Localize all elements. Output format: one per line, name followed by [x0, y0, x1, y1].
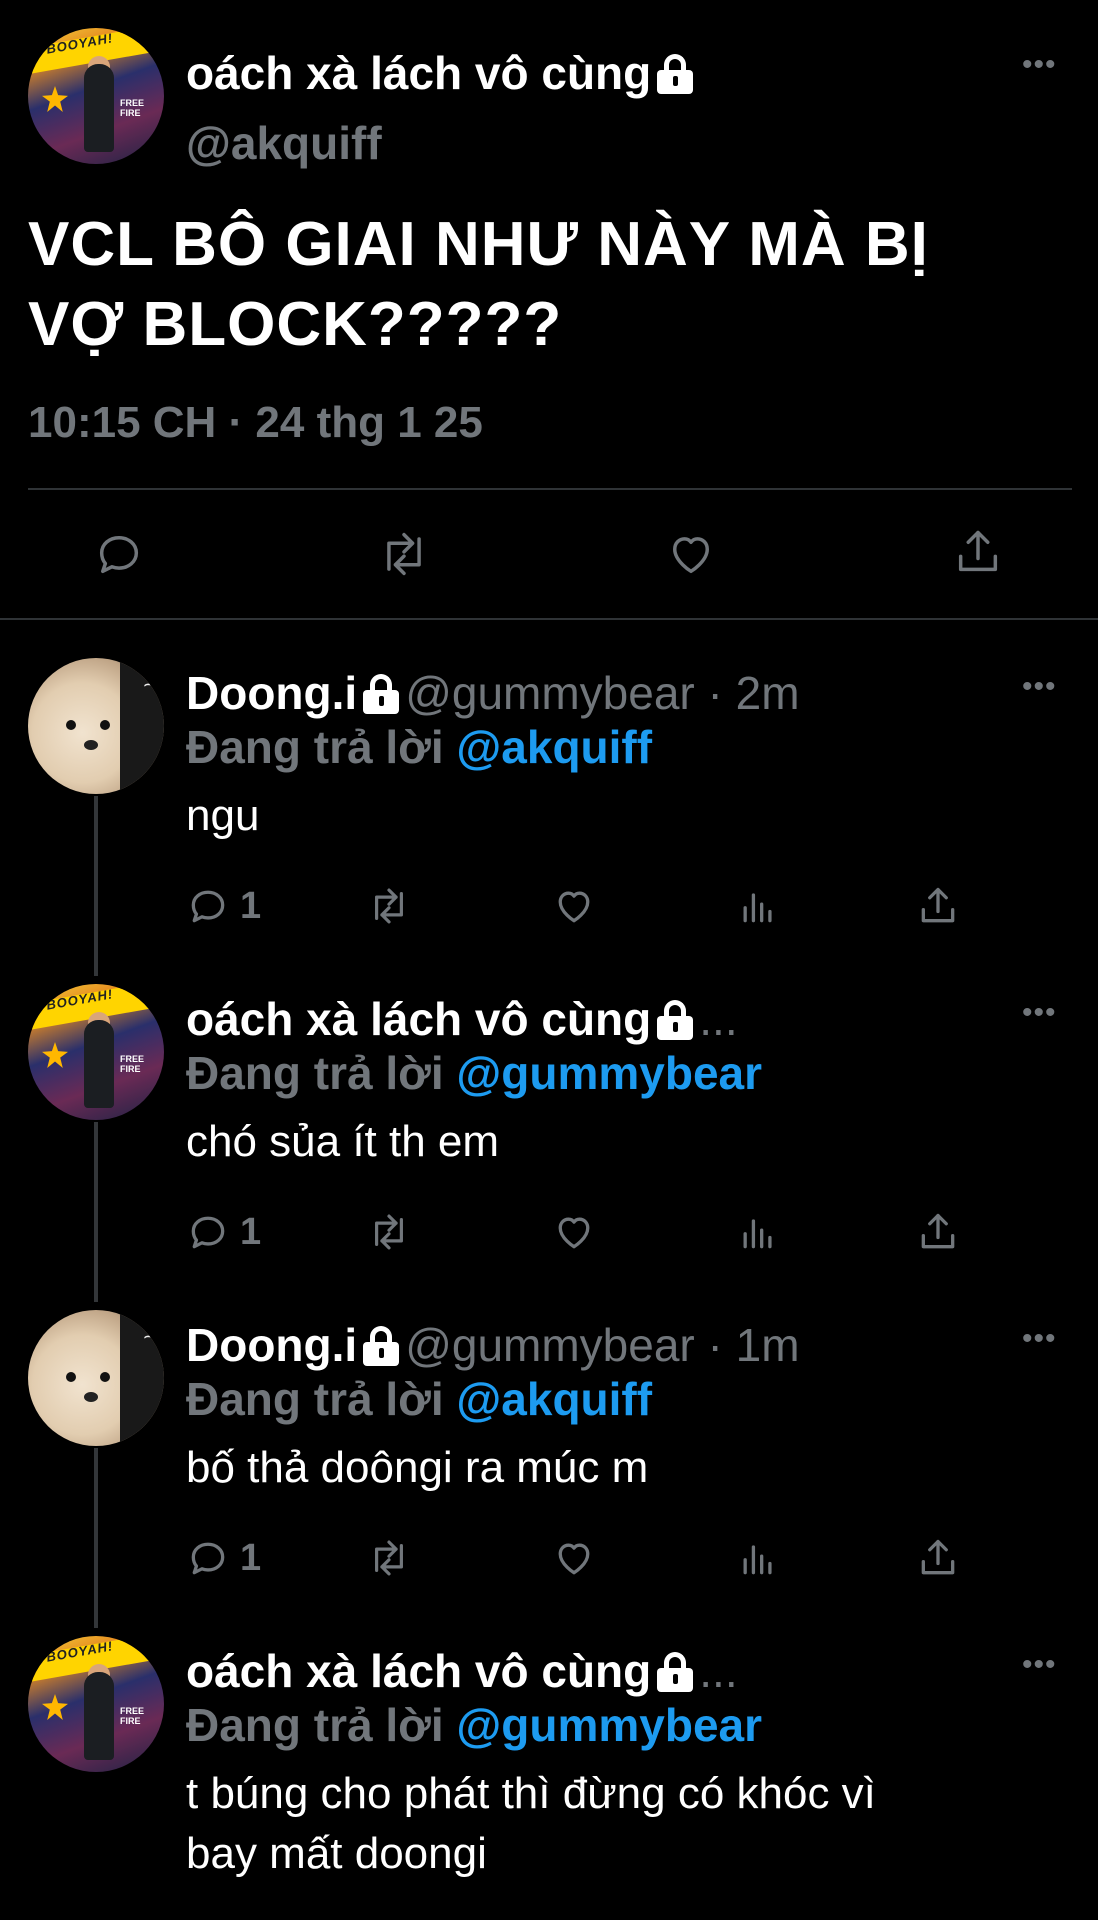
- more-icon[interactable]: •••: [1022, 48, 1057, 82]
- retweet-icon[interactable]: [366, 1536, 412, 1580]
- like-icon[interactable]: [552, 884, 596, 928]
- comment-icon: [191, 1216, 225, 1249]
- views-icon[interactable]: [736, 1210, 780, 1254]
- lock-icon: [363, 674, 400, 714]
- reply-actions: 1: [186, 884, 986, 932]
- avatar-game-text: FREE FIRE: [120, 98, 145, 118]
- reply-tweet: ~ Doong.i @gummybear · 2m ••• Đang trả l…: [0, 658, 1098, 958]
- reply-count: 1: [240, 1210, 262, 1253]
- author-name: Doong.i: [186, 1319, 358, 1371]
- main-tweet: BOOYAH! FREE FIRE oách xà lách vô cùng @…: [0, 0, 1098, 620]
- lock-icon: [657, 54, 694, 94]
- author-handle[interactable]: @akquiff: [186, 116, 382, 170]
- author-name: oách xà lách vô cùng: [186, 1645, 652, 1697]
- share-icon[interactable]: [916, 1536, 960, 1580]
- author-name-row[interactable]: oách xà lách vô cùng: [186, 46, 694, 100]
- author-handle: ...: [699, 1645, 738, 1697]
- comment-button[interactable]: 1: [186, 1210, 261, 1254]
- divider: [28, 488, 1072, 490]
- author-avatar[interactable]: BOOYAH! FREE FIRE: [28, 1636, 164, 1772]
- author-avatar[interactable]: BOOYAH! FREE FIRE: [28, 28, 164, 164]
- author-name-row[interactable]: Doong.i @gummybear · 2m: [186, 666, 800, 720]
- comment-button[interactable]: 1: [186, 884, 261, 928]
- views-icon[interactable]: [736, 1536, 780, 1580]
- reply-tweet: ~ Doong.i @gummybear · 1m ••• Đang trả l…: [0, 1310, 1098, 1610]
- reply-text: chó sủa ít th em: [186, 1117, 500, 1166]
- replying-to: Đang trả lời @akquiff: [186, 1373, 653, 1425]
- mention-link[interactable]: @gummybear: [456, 1699, 762, 1751]
- more-icon[interactable]: •••: [1022, 670, 1057, 704]
- share-icon[interactable]: [916, 884, 960, 928]
- lock-icon: [657, 1652, 694, 1692]
- more-icon[interactable]: •••: [1022, 1648, 1057, 1682]
- comment-icon: [191, 890, 225, 923]
- lock-icon: [363, 1326, 400, 1366]
- reply-text: ngu: [186, 791, 260, 840]
- more-icon[interactable]: •••: [1022, 996, 1057, 1030]
- reply-tweet: BOOYAH! FREE FIRE oách xà lách vô cùng .…: [0, 1636, 1098, 1920]
- reply-count: 1: [240, 1536, 262, 1579]
- tweet-actions: [0, 520, 1098, 584]
- author-handle: @gummybear · 1m: [405, 1319, 800, 1371]
- author-name: oách xà lách vô cùng: [186, 993, 652, 1045]
- author-avatar[interactable]: ~: [28, 1310, 164, 1446]
- reply-actions: 1: [186, 1210, 986, 1258]
- tweet-text: VCL BÔ GIAI NHƯ NÀY MÀ BỊ VỢ BLOCK?????: [28, 210, 929, 359]
- like-icon[interactable]: [552, 1210, 596, 1254]
- views-icon[interactable]: [736, 884, 780, 928]
- comment-button[interactable]: 1: [186, 1536, 261, 1580]
- replying-to: Đang trả lời @akquiff: [186, 721, 653, 773]
- reply-count: 1: [240, 884, 262, 927]
- share-icon[interactable]: [916, 1210, 960, 1254]
- reply-tweet: BOOYAH! FREE FIRE oách xà lách vô cùng .…: [0, 984, 1098, 1284]
- author-name: Doong.i: [186, 667, 358, 719]
- more-icon[interactable]: •••: [1022, 1322, 1057, 1356]
- author-name-row[interactable]: oách xà lách vô cùng ...: [186, 992, 738, 1046]
- comment-icon[interactable]: [93, 528, 145, 580]
- replying-to: Đang trả lời @gummybear: [186, 1699, 763, 1751]
- comment-icon: [191, 1542, 225, 1575]
- lock-icon: [657, 1000, 694, 1040]
- mention-link[interactable]: @gummybear: [456, 1047, 762, 1099]
- like-icon[interactable]: [665, 528, 717, 580]
- author-handle: ...: [699, 993, 738, 1045]
- author-name-row[interactable]: oách xà lách vô cùng ...: [186, 1644, 738, 1698]
- reply-actions: 1: [186, 1536, 986, 1584]
- reply-text: bố thả doôngi ra múc m: [186, 1443, 649, 1492]
- replying-to: Đang trả lời @gummybear: [186, 1047, 763, 1099]
- reply-text: t búng cho phát thì đừng có khóc vì bay …: [186, 1769, 876, 1878]
- like-icon[interactable]: [552, 1536, 596, 1580]
- tweet-timestamp[interactable]: 10:15 CH · 24 thg 1 25: [28, 398, 483, 448]
- author-avatar[interactable]: ~: [28, 658, 164, 794]
- share-icon[interactable]: [952, 526, 1004, 578]
- retweet-icon[interactable]: [366, 884, 412, 928]
- author-name-row[interactable]: Doong.i @gummybear · 1m: [186, 1318, 800, 1372]
- mention-link[interactable]: @akquiff: [456, 721, 652, 773]
- author-name: oách xà lách vô cùng: [186, 47, 652, 99]
- retweet-icon[interactable]: [376, 528, 432, 580]
- author-avatar[interactable]: BOOYAH! FREE FIRE: [28, 984, 164, 1120]
- retweet-icon[interactable]: [366, 1210, 412, 1254]
- author-handle: @gummybear · 2m: [405, 667, 800, 719]
- mention-link[interactable]: @akquiff: [456, 1373, 652, 1425]
